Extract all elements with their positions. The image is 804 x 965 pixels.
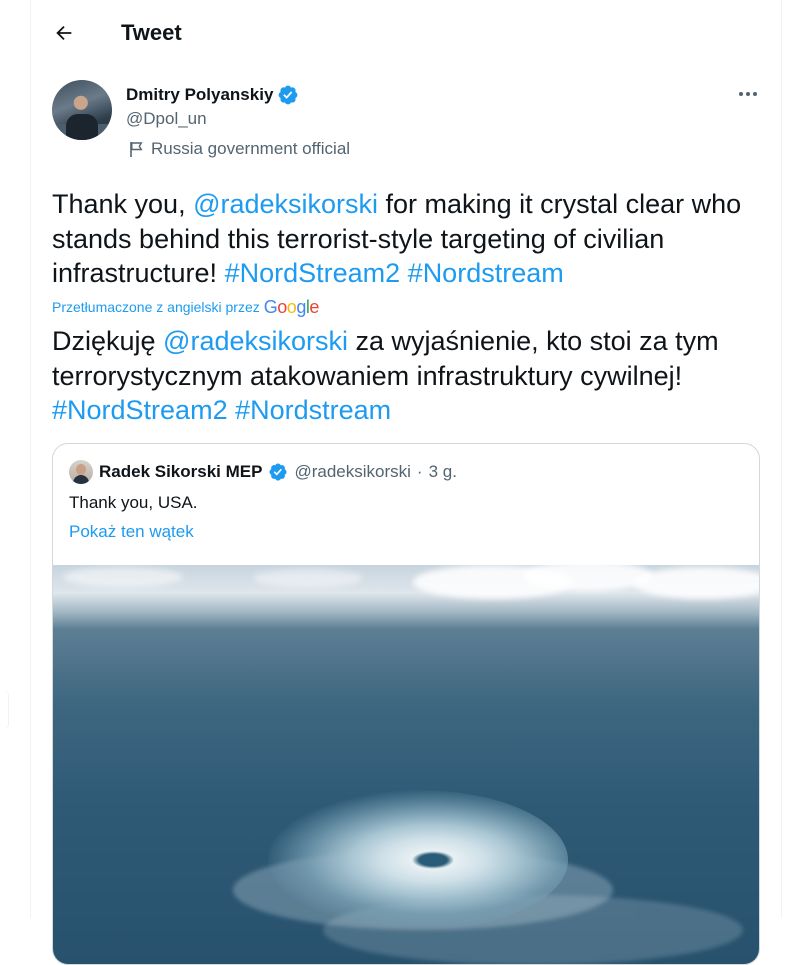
- translation-attribution-text: Przetłumaczone z angielski przez: [52, 299, 260, 315]
- more-icon-dot: [739, 92, 743, 96]
- separator-dot: ·: [416, 462, 423, 481]
- flag-icon: [130, 141, 143, 157]
- mention-link[interactable]: @radeksikorski: [193, 189, 378, 219]
- arrow-left-icon: [56, 25, 72, 41]
- quoted-author-avatar: [69, 460, 93, 484]
- hashtag-link[interactable]: #NordStream2: [52, 395, 228, 425]
- translated-tweet-text: Dziękuję @radeksikorski za wyjaśnienie, …: [52, 324, 772, 428]
- show-thread-link[interactable]: Pokaż ten wątek: [69, 521, 194, 543]
- mention-link[interactable]: @radeksikorski: [163, 326, 348, 356]
- hashtag-link[interactable]: #Nordstream: [235, 395, 391, 425]
- page-title: Tweet: [121, 20, 182, 45]
- quoted-author-handle: @radeksikorski: [294, 462, 411, 481]
- government-label[interactable]: Russia government official: [129, 138, 350, 160]
- translation-attribution[interactable]: Przetłumaczone z angielski przez Google: [52, 297, 319, 317]
- more-icon-dot: [753, 92, 757, 96]
- tweet-detail-panel: Tweet Dmitry Polyanskiy @Dpol_un Russia …: [30, 0, 782, 965]
- author-avatar[interactable]: [52, 80, 112, 140]
- quoted-author-name: Radek Sikorski MEP: [99, 462, 263, 481]
- translated-text-segment: [228, 395, 236, 425]
- author-handle[interactable]: @Dpol_un: [126, 108, 207, 130]
- tweet-text-segment: [400, 258, 408, 288]
- hashtag-link[interactable]: #Nordstream: [408, 258, 564, 288]
- hashtag-link[interactable]: #NordStream2: [225, 258, 401, 288]
- more-icon-dot: [746, 92, 750, 96]
- government-label-text: Russia government official: [151, 139, 351, 158]
- translated-text-segment: Dziękuję: [52, 326, 164, 356]
- author-name-row[interactable]: Dmitry Polyanskiy: [126, 84, 299, 106]
- gas-leak-swirl: [268, 790, 568, 930]
- quoted-tweet-image[interactable]: [53, 565, 759, 964]
- quoted-tweet-time: 3 g.: [428, 462, 457, 481]
- tweet-text: Thank you, @radeksikorski for making it …: [52, 187, 752, 291]
- author-name[interactable]: Dmitry Polyanskiy: [126, 84, 273, 106]
- side-scroll-handle: [0, 690, 9, 730]
- google-logo: Google: [263, 297, 320, 317]
- more-options-button[interactable]: [737, 84, 759, 104]
- quoted-tweet-card[interactable]: Radek Sikorski MEP @radeksikorski · 3 g.…: [52, 443, 760, 965]
- quoted-tweet-header: Radek Sikorski MEP @radeksikorski · 3 g.: [69, 460, 457, 484]
- verified-badge-icon: [279, 85, 298, 105]
- tweet-text-segment: Thank you,: [52, 189, 194, 219]
- verified-badge-icon: [269, 463, 288, 481]
- quoted-tweet-text: Thank you, USA.: [69, 493, 198, 512]
- back-button[interactable]: [45, 14, 83, 52]
- page-header: Tweet: [31, 0, 781, 66]
